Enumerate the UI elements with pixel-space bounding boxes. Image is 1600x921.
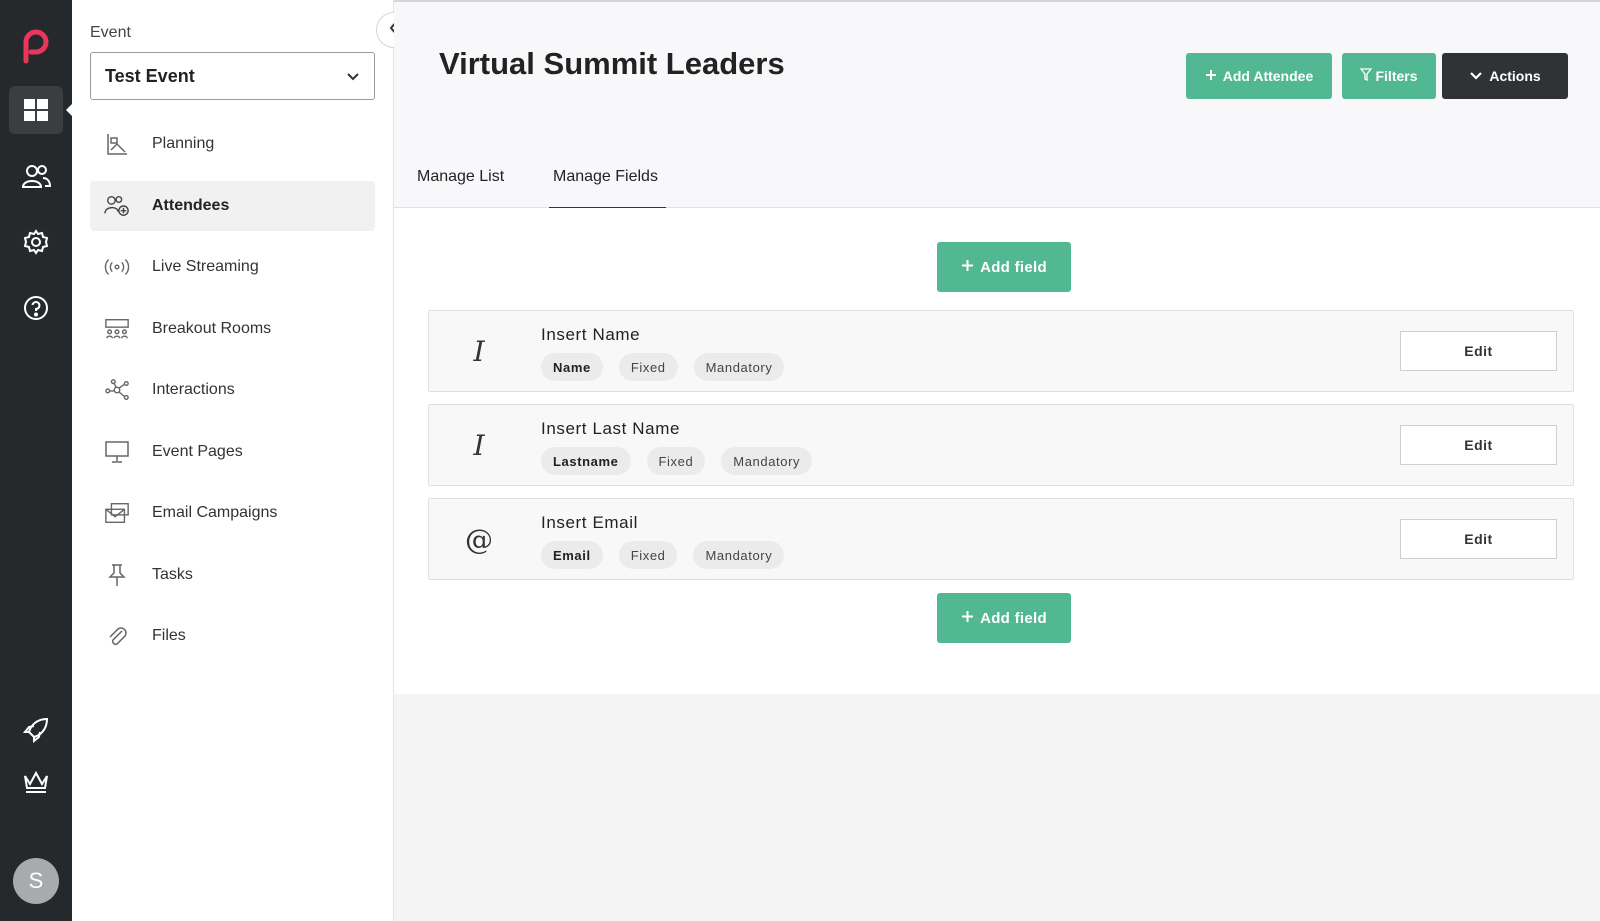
- field-title: Insert Last Name: [541, 419, 681, 438]
- sidebar-item-label: Tasks: [152, 566, 193, 583]
- paperclip-icon: [104, 623, 130, 649]
- tab-manage-list[interactable]: Manage List: [417, 168, 504, 186]
- plus-icon: [961, 610, 974, 627]
- sidebar-item-planning[interactable]: Planning: [90, 119, 375, 169]
- settings-icon[interactable]: [9, 218, 63, 266]
- chevron-down-icon: [346, 66, 360, 87]
- rocket-icon[interactable]: [9, 706, 63, 754]
- sidebar-item-label: Live Streaming: [152, 258, 259, 275]
- help-icon[interactable]: [9, 284, 63, 332]
- event-pages-icon: [104, 439, 130, 465]
- chevron-down-icon: [1469, 68, 1483, 84]
- text-cursor-icon: I: [473, 428, 485, 462]
- actions-button[interactable]: Actions: [1442, 53, 1568, 99]
- email-campaigns-icon: [104, 500, 130, 526]
- edit-button[interactable]: Edit: [1400, 331, 1557, 371]
- field-tags: Name Fixed Mandatory: [541, 353, 785, 381]
- plus-icon: [1205, 68, 1217, 84]
- field-title: Insert Name: [541, 325, 641, 344]
- mandatory-tag: Mandatory: [721, 447, 813, 475]
- field-key-tag: Lastname: [541, 447, 631, 475]
- mandatory-tag: Mandatory: [693, 541, 785, 569]
- crown-icon[interactable]: [9, 758, 63, 806]
- field-tags: Email Fixed Mandatory: [541, 541, 785, 569]
- filters-label: Filters: [1375, 68, 1418, 84]
- sidebar-item-attendees[interactable]: Attendees: [90, 181, 375, 231]
- sidebar-item-live-streaming[interactable]: Live Streaming: [90, 242, 375, 292]
- page-title: Virtual Summit Leaders: [439, 46, 785, 81]
- field-card-name: I Insert Name Name Fixed Mandatory Edit: [428, 310, 1574, 392]
- field-key-tag: Name: [541, 353, 603, 381]
- live-streaming-icon: [104, 254, 130, 280]
- sidebar-item-label: Attendees: [152, 197, 230, 214]
- fixed-tag: Fixed: [618, 353, 678, 381]
- edit-button[interactable]: Edit: [1400, 425, 1557, 465]
- main-panel: Virtual Summit Leaders Add Attendee Filt…: [394, 0, 1600, 921]
- field-card-last-name: I Insert Last Name Lastname Fixed Mandat…: [428, 404, 1574, 486]
- filter-icon: [1360, 68, 1373, 84]
- breakout-rooms-icon: [104, 316, 130, 342]
- left-rail: S: [0, 0, 72, 921]
- text-cursor-icon: I: [473, 334, 485, 368]
- sidebar-item-label: Event Pages: [152, 443, 243, 460]
- add-field-button-top[interactable]: Add field: [937, 242, 1071, 292]
- edit-button[interactable]: Edit: [1400, 519, 1557, 559]
- sidebar-item-label: Interactions: [152, 381, 235, 398]
- event-select-value: Test Event: [105, 65, 195, 86]
- filters-button[interactable]: Filters: [1342, 53, 1436, 99]
- field-title: Insert Email: [541, 513, 638, 532]
- sidebar-item-label: Email Campaigns: [152, 504, 278, 521]
- dashboard-icon[interactable]: [9, 86, 72, 134]
- attendees-icon: [104, 193, 130, 219]
- at-sign-icon: @: [465, 522, 493, 556]
- sidebar-item-label: Files: [152, 627, 186, 644]
- plus-icon: [961, 259, 974, 276]
- interactions-icon: [104, 377, 130, 403]
- sidebar-item-email-campaigns[interactable]: Email Campaigns: [90, 488, 375, 538]
- avatar-initial: S: [28, 868, 44, 893]
- add-field-label: Add field: [980, 609, 1047, 627]
- tab-manage-fields[interactable]: Manage Fields: [553, 168, 658, 186]
- actions-label: Actions: [1489, 68, 1541, 84]
- sidebar-item-interactions[interactable]: Interactions: [90, 365, 375, 415]
- add-field-button-bottom[interactable]: Add field: [937, 593, 1071, 643]
- page-header: Virtual Summit Leaders Add Attendee Filt…: [394, 0, 1600, 210]
- sidebar-item-breakout-rooms[interactable]: Breakout Rooms: [90, 304, 375, 354]
- fixed-tag: Fixed: [618, 541, 678, 569]
- add-attendee-label: Add Attendee: [1222, 68, 1314, 84]
- user-avatar[interactable]: S: [13, 858, 59, 904]
- sidebar-item-event-pages[interactable]: Event Pages: [90, 427, 375, 477]
- field-tags: Lastname Fixed Mandatory: [541, 447, 813, 475]
- event-select[interactable]: Test Event: [90, 52, 375, 100]
- field-key-tag: Email: [541, 541, 603, 569]
- pin-icon: [104, 562, 130, 588]
- planning-icon: [104, 131, 130, 157]
- users-icon[interactable]: [9, 152, 63, 200]
- sidebar-item-label: Planning: [152, 135, 215, 152]
- sidebar-item-files[interactable]: Files: [90, 611, 375, 661]
- sidebar-item-label: Breakout Rooms: [152, 320, 272, 337]
- mandatory-tag: Mandatory: [693, 353, 785, 381]
- field-card-email: @ Insert Email Email Fixed Mandatory Edi…: [428, 498, 1574, 580]
- app-logo-icon[interactable]: [9, 22, 63, 70]
- event-sidebar: Event Test Event Planning Attendees Live…: [72, 0, 394, 921]
- add-field-label: Add field: [980, 258, 1047, 276]
- fields-content: Add field I Insert Name Name Fixed Manda…: [394, 208, 1600, 694]
- event-label: Event: [90, 24, 131, 41]
- sidebar-item-tasks[interactable]: Tasks: [90, 550, 375, 600]
- add-attendee-button[interactable]: Add Attendee: [1186, 53, 1332, 99]
- fixed-tag: Fixed: [646, 447, 706, 475]
